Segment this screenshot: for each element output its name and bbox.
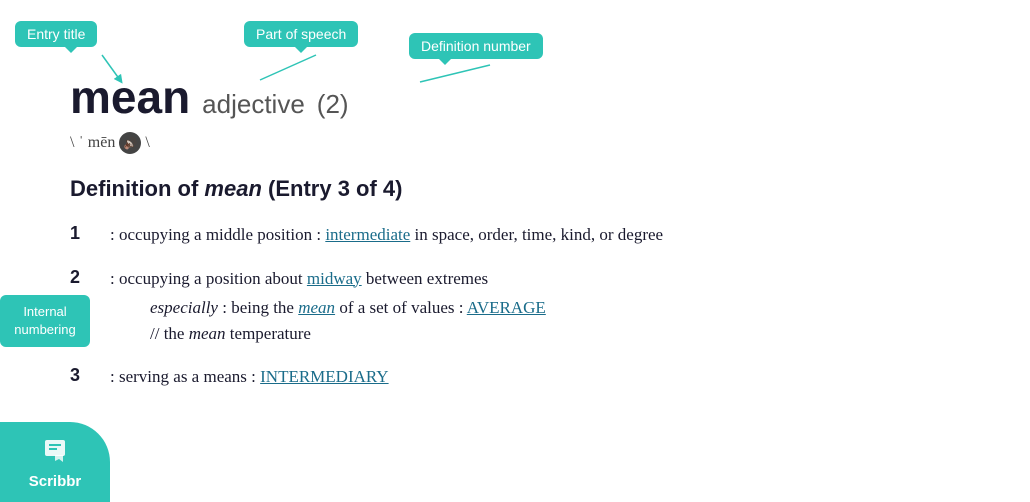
def2-sub-text-before: : being the <box>218 298 298 317</box>
scribbr-logo[interactable]: Scribbr <box>0 422 110 502</box>
pron-text: mēn <box>88 134 116 152</box>
def-number-1: 1 <box>70 222 110 244</box>
def2-link-mean[interactable]: mean <box>298 298 335 317</box>
def1-text-after: in space, order, time, kind, or degree <box>410 225 663 244</box>
def3-text-before: : serving as a means : <box>110 367 260 386</box>
def2-slash-text: // the mean temperature <box>150 324 311 343</box>
entry-defnum: (2) <box>317 89 349 120</box>
def2-text-before: : occupying a position about <box>110 269 307 288</box>
def3-link-intermediary[interactable]: INTERMEDIARY <box>260 367 388 386</box>
definition-of-header: Definition of mean (Entry 3 of 4) <box>70 176 1000 202</box>
def1-text-before: : occupying a middle position : <box>110 225 325 244</box>
main-content: mean adjective (2) \ ˈ mēn \ Definition … <box>70 70 1000 408</box>
entry-heading: mean adjective (2) <box>70 70 1000 124</box>
def2-sub-text-mid: of a set of values : <box>335 298 467 317</box>
definitions-list: 1 : occupying a middle position : interm… <box>70 222 1000 390</box>
internal-numbering-label: Internalnumbering <box>14 304 75 337</box>
def-body-3: : serving as a means : INTERMEDIARY <box>110 364 1000 390</box>
pron-backslash-close: \ <box>145 134 149 152</box>
definition-item-3: 3 : serving as a means : INTERMEDIARY <box>70 364 1000 390</box>
def-of-label: Definition of <box>70 176 204 201</box>
entry-pos: adjective <box>202 89 305 120</box>
definition-item-2: 2 : occupying a position about midway be… <box>70 266 1000 347</box>
internal-numbering-tooltip: Internalnumbering <box>0 295 90 347</box>
def-body-1: : occupying a middle position : intermed… <box>110 222 1000 248</box>
def2-especially: especially <box>150 298 218 317</box>
def2-link-average[interactable]: AVERAGE <box>467 298 546 317</box>
definition-item-1: 1 : occupying a middle position : interm… <box>70 222 1000 248</box>
entry-word: mean <box>70 70 190 124</box>
def-of-entry: (Entry 3 of 4) <box>262 176 403 201</box>
scribbr-name: Scribbr <box>29 473 82 490</box>
scribbr-icon <box>41 435 69 469</box>
sound-icon[interactable] <box>119 132 141 154</box>
def2-sub: especially : being the mean of a set of … <box>110 295 1000 346</box>
part-of-speech-tooltip: Part of speech <box>244 21 358 47</box>
def2-text-after: between extremes <box>362 269 489 288</box>
definition-number-tooltip: Definition number <box>409 33 543 59</box>
def1-link-intermediate[interactable]: intermediate <box>325 225 410 244</box>
def-of-word: mean <box>204 176 261 201</box>
pron-backslash-open: \ ˈ <box>70 134 84 152</box>
def-body-2: : occupying a position about midway betw… <box>110 266 1000 347</box>
entry-title-tooltip: Entry title <box>15 21 97 47</box>
def-number-3: 3 <box>70 364 110 386</box>
def2-link-midway[interactable]: midway <box>307 269 362 288</box>
pronunciation-line: \ ˈ mēn \ <box>70 132 1000 154</box>
def-number-2: 2 <box>70 266 110 288</box>
